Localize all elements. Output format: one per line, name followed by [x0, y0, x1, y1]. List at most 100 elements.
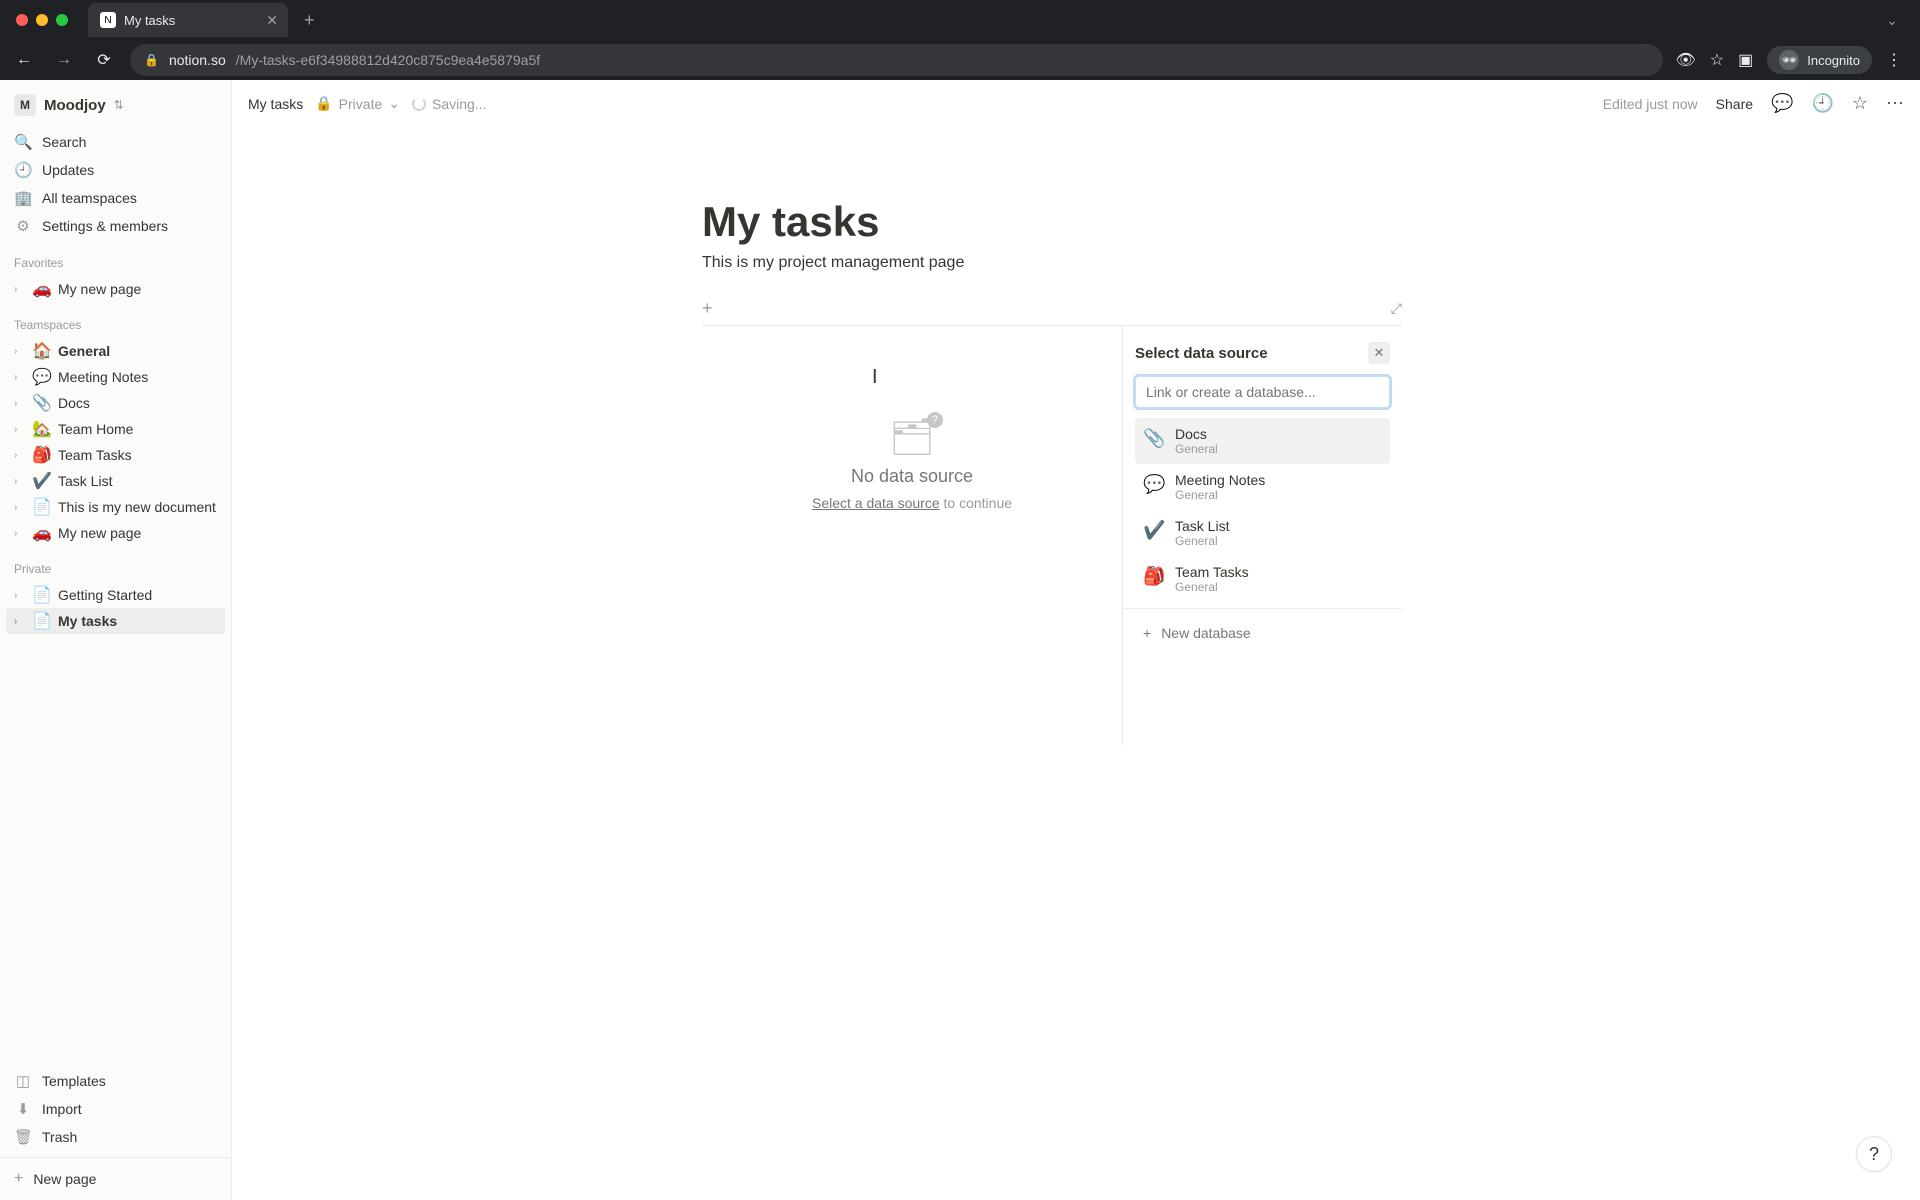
browser-chrome: N My tasks ✕ + ⌄ ← → ⟳ 🔒 notion.so/My-ta…: [0, 0, 1920, 80]
sidebar-item-settings[interactable]: ⚙ Settings & members: [6, 212, 225, 240]
page-tree-label: Getting Started: [58, 587, 152, 603]
empty-state-suffix: to continue: [940, 495, 1012, 511]
page-tree-label: Docs: [58, 395, 90, 411]
page-description[interactable]: This is my project management page: [702, 254, 1402, 272]
app: M Moodjoy ⇅ 🔍 Search 🕘 Updates 🏢 All tea…: [0, 80, 1920, 1200]
expand-icon[interactable]: ⤢: [1391, 300, 1402, 317]
sidebar-item-import[interactable]: ⬇ Import: [6, 1095, 225, 1123]
data-source-option[interactable]: 💬 Meeting Notes General: [1135, 464, 1390, 510]
chevron-right-icon[interactable]: ›: [14, 284, 26, 295]
privacy-dropdown[interactable]: 🔒 Private ⌄: [315, 95, 400, 112]
sidebar-item-label: All teamspaces: [42, 190, 137, 206]
history-icon[interactable]: 🕘: [1811, 93, 1833, 114]
page-tree-item[interactable]: › 🚗 My new page: [6, 276, 225, 302]
page-tree-label: Team Home: [58, 421, 133, 437]
new-database-label: New database: [1161, 625, 1251, 641]
add-view-button[interactable]: +: [702, 298, 713, 319]
sidebar-item-updates[interactable]: 🕘 Updates: [6, 156, 225, 184]
more-menu-icon[interactable]: ⋯: [1886, 93, 1904, 114]
page-tree-item[interactable]: › 🚗 My new page: [6, 520, 225, 546]
chevron-right-icon[interactable]: ›: [14, 398, 26, 409]
new-tab-button[interactable]: +: [298, 10, 321, 31]
lock-icon: 🔒: [144, 53, 159, 67]
chevron-right-icon[interactable]: ›: [14, 346, 26, 357]
address-bar[interactable]: 🔒 notion.so/My-tasks-e6f34988812d420c875…: [130, 44, 1663, 76]
chevron-right-icon[interactable]: ›: [14, 476, 26, 487]
tab-overflow-icon[interactable]: ⌄: [1886, 12, 1912, 29]
comments-icon[interactable]: 💬: [1771, 93, 1793, 114]
page-tree-item[interactable]: › 📄 My tasks: [6, 608, 225, 634]
close-window-button[interactable]: [16, 14, 28, 26]
database-toolbar: + ⤢: [702, 292, 1402, 325]
favorite-star-icon[interactable]: ☆: [1852, 93, 1868, 114]
page-body: My tasks This is my project management p…: [232, 128, 1920, 1200]
page-tree-item[interactable]: › 📄 Getting Started: [6, 582, 225, 608]
data-source-option[interactable]: 📎 Docs General: [1135, 418, 1390, 464]
new-page-button[interactable]: + New page: [0, 1157, 231, 1200]
data-source-option[interactable]: 🎒 Team Tasks General: [1135, 556, 1390, 602]
back-button[interactable]: ←: [10, 46, 38, 74]
page-tree-label: My tasks: [58, 613, 117, 629]
teamspaces-list: › 🏠 General› 💬 Meeting Notes› 📎 Docs› 🏡 …: [0, 336, 231, 548]
data-source-search-input[interactable]: [1135, 376, 1390, 408]
chevron-right-icon[interactable]: ›: [14, 528, 26, 539]
page-emoji-icon: 📄: [32, 585, 52, 605]
url-path: /My-tasks-e6f34988812d420c875c9ea4e5879a…: [236, 52, 540, 68]
window-controls: [16, 14, 68, 26]
sidebar-item-all-teamspaces[interactable]: 🏢 All teamspaces: [6, 184, 225, 212]
page-emoji-icon: 🚗: [32, 523, 52, 543]
minimize-window-button[interactable]: [36, 14, 48, 26]
help-button[interactable]: ?: [1856, 1136, 1892, 1172]
page-tree-item[interactable]: › 🏠 General: [6, 338, 225, 364]
building-icon: 🏢: [14, 189, 32, 207]
chevron-right-icon[interactable]: ›: [14, 616, 26, 627]
close-tab-icon[interactable]: ✕: [266, 12, 278, 29]
breadcrumb[interactable]: My tasks: [248, 96, 303, 112]
address-bar-row: ← → ⟳ 🔒 notion.so/My-tasks-e6f34988812d4…: [0, 40, 1920, 80]
chevron-right-icon[interactable]: ›: [14, 450, 26, 461]
incognito-icon: 🕶: [1779, 50, 1799, 70]
kebab-menu-icon[interactable]: ⋮: [1886, 50, 1902, 70]
incognito-badge[interactable]: 🕶 Incognito: [1767, 46, 1872, 74]
select-data-source-link[interactable]: Select a data source: [812, 495, 940, 511]
panel-icon[interactable]: ▣: [1738, 50, 1753, 70]
sidebar-item-search[interactable]: 🔍 Search: [6, 128, 225, 156]
sidebar-item-label: Settings & members: [42, 218, 168, 234]
share-button[interactable]: Share: [1716, 96, 1753, 112]
forward-button[interactable]: →: [50, 46, 78, 74]
chevron-right-icon[interactable]: ›: [14, 372, 26, 383]
workspace-switcher[interactable]: M Moodjoy ⇅: [0, 80, 231, 126]
topbar-right: Edited just now Share 💬 🕘 ☆ ⋯: [1603, 93, 1904, 114]
page-tree-item[interactable]: › 💬 Meeting Notes: [6, 364, 225, 390]
sidebar-bottom: ◫ Templates ⬇ Import 🗑 Trash: [0, 1061, 231, 1157]
chevron-right-icon[interactable]: ›: [14, 502, 26, 513]
option-subtitle: General: [1175, 534, 1229, 548]
url-host: notion.so: [169, 52, 226, 68]
page-emoji-icon: 🏠: [32, 341, 52, 361]
text-cursor-icon: I: [872, 366, 874, 386]
last-edited-label: Edited just now: [1603, 96, 1698, 112]
data-source-option[interactable]: ✔️ Task List General: [1135, 510, 1390, 556]
page-tree-label: Team Tasks: [58, 447, 132, 463]
page-tree-item[interactable]: › 🏡 Team Home: [6, 416, 225, 442]
sidebar-item-trash[interactable]: 🗑 Trash: [6, 1123, 225, 1151]
chevron-right-icon[interactable]: ›: [14, 424, 26, 435]
bookmark-star-icon[interactable]: ☆: [1710, 50, 1724, 70]
reload-button[interactable]: ⟳: [90, 46, 118, 74]
new-database-button[interactable]: + New database: [1135, 615, 1390, 651]
sidebar-item-templates[interactable]: ◫ Templates: [6, 1067, 225, 1095]
page-title[interactable]: My tasks: [702, 198, 1402, 246]
close-popover-button[interactable]: ✕: [1368, 342, 1390, 364]
browser-tab[interactable]: N My tasks ✕: [88, 3, 288, 37]
page-tree-item[interactable]: › ✔️ Task List: [6, 468, 225, 494]
eye-off-icon[interactable]: 👁: [1675, 50, 1695, 70]
option-subtitle: General: [1175, 442, 1218, 456]
page-tree-item[interactable]: › 🎒 Team Tasks: [6, 442, 225, 468]
favorites-list: › 🚗 My new page: [0, 274, 231, 304]
option-icon: 📎: [1143, 428, 1165, 449]
page-tree-label: This is my new document: [58, 499, 216, 515]
chevron-right-icon[interactable]: ›: [14, 590, 26, 601]
page-tree-item[interactable]: › 📄 This is my new document: [6, 494, 225, 520]
maximize-window-button[interactable]: [56, 14, 68, 26]
page-tree-item[interactable]: › 📎 Docs: [6, 390, 225, 416]
